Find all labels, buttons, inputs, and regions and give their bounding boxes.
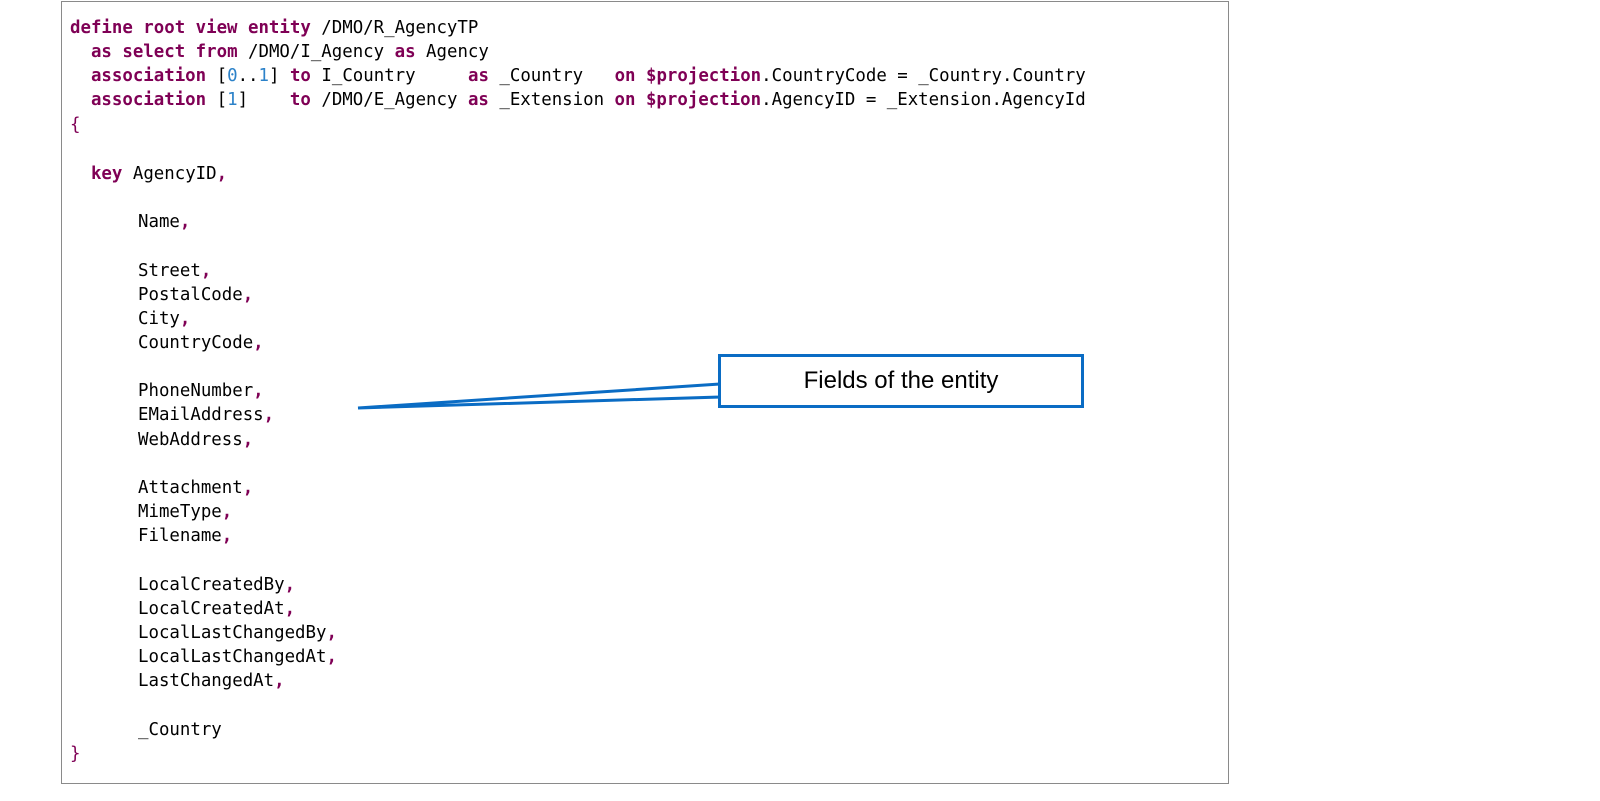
field-name: LocalLastChangedBy	[138, 623, 327, 643]
field-agency-id: AgencyID	[122, 164, 217, 184]
field-name: LastChangedAt	[138, 671, 275, 691]
cardinality-max: 1	[258, 66, 269, 86]
field-line: LastChangedAt,	[138, 669, 285, 693]
callout-box: Fields of the entity	[718, 354, 1084, 408]
keyword-to: to	[289, 90, 311, 110]
field-line: Filename,	[138, 524, 232, 548]
cardinality-dots: ..	[237, 66, 259, 86]
keyword-association: association	[90, 66, 207, 86]
comma: ,	[200, 261, 212, 281]
field-name: Name	[138, 212, 180, 232]
field-name-country-association: _Country	[138, 720, 222, 740]
entity-name: /DMO/R_AgencyTP	[310, 18, 479, 38]
keyword-projection: $projection	[635, 66, 762, 86]
code-line-define: define root view entity /DMO/R_AgencyTP	[70, 16, 478, 40]
field-line: LocalCreatedAt,	[138, 597, 295, 621]
keyword-as: as	[467, 66, 489, 86]
field-name: City	[138, 309, 180, 329]
cardinality-min: 0	[227, 66, 238, 86]
cardinality-close: ]	[237, 90, 290, 110]
comma: ,	[242, 430, 254, 450]
field-line: EMailAddress,	[138, 403, 274, 427]
field-line: CountryCode,	[138, 331, 264, 355]
code-line-close-brace: }	[70, 742, 80, 766]
cardinality-open: [	[206, 90, 228, 110]
source-entity: /DMO/I_Agency	[237, 42, 395, 62]
code-line-open-brace: {	[70, 113, 80, 137]
association-condition: .CountryCode = _Country.Country	[761, 66, 1086, 86]
association-alias: _Country	[488, 66, 615, 86]
keyword-as-select-from: as select from	[90, 42, 238, 62]
field-name: Street	[138, 261, 201, 281]
field-line: PhoneNumber,	[138, 379, 264, 403]
callout-text: Fields of the entity	[803, 367, 999, 394]
close-brace: }	[70, 744, 81, 764]
comma: ,	[221, 526, 233, 546]
cardinality-value: 1	[227, 90, 238, 110]
field-name: CountryCode	[138, 333, 254, 353]
field-line: LocalLastChangedBy,	[138, 621, 337, 645]
field-line: PostalCode,	[138, 283, 253, 307]
comma: ,	[274, 671, 285, 691]
field-line: MimeType,	[138, 500, 232, 524]
field-name: LocalLastChangedAt	[138, 647, 327, 667]
comma: ,	[284, 575, 296, 595]
association-condition: .AgencyID = _Extension.AgencyId	[761, 90, 1086, 110]
field-name: LocalCreatedBy	[138, 575, 285, 595]
keyword-projection: $projection	[635, 90, 762, 110]
comma: ,	[216, 164, 228, 184]
comma: ,	[179, 309, 191, 329]
comma: ,	[253, 381, 264, 401]
keyword-define-root-view-entity: define root view entity	[70, 18, 311, 38]
cardinality-close: ]	[269, 66, 290, 86]
field-line: Attachment,	[138, 476, 253, 500]
field-name: Attachment	[138, 478, 243, 498]
field-line-last: _Country	[138, 718, 222, 742]
field-name: WebAddress	[138, 430, 243, 450]
keyword-on: on	[614, 90, 636, 110]
field-name: MimeType	[138, 502, 222, 522]
code-line-select: as select from /DMO/I_Agency as Agency	[70, 40, 489, 64]
cardinality-open: [	[206, 66, 228, 86]
keyword-as: as	[467, 90, 489, 110]
comma: ,	[221, 502, 233, 522]
field-line: LocalLastChangedAt,	[138, 645, 337, 669]
code-line-key: key AgencyID,	[70, 162, 227, 186]
association-alias: _Extension	[488, 90, 615, 110]
field-line: City,	[138, 307, 190, 331]
keyword-association: association	[90, 90, 207, 110]
comma: ,	[326, 647, 337, 667]
field-line: Street,	[138, 259, 211, 283]
association-target: I_Country	[310, 66, 468, 86]
source-alias: Agency	[415, 42, 489, 62]
field-line: LocalCreatedBy,	[138, 573, 295, 597]
field-line: WebAddress,	[138, 428, 253, 452]
comma: ,	[326, 623, 337, 643]
field-name: PostalCode	[138, 285, 243, 305]
field-name: Filename	[138, 526, 222, 546]
code-line-association-extension: association [1] to /DMO/E_Agency as _Ext…	[70, 88, 1086, 112]
field-name: EMailAddress	[138, 405, 264, 425]
comma: ,	[242, 285, 254, 305]
comma: ,	[284, 599, 296, 619]
code-line-association-country: association [0..1] to I_Country as _Coun…	[70, 64, 1086, 88]
keyword-as: as	[394, 42, 416, 62]
field-name: PhoneNumber	[138, 381, 254, 401]
comma: ,	[179, 212, 191, 232]
field-name: LocalCreatedAt	[138, 599, 285, 619]
keyword-to: to	[289, 66, 311, 86]
comma: ,	[263, 405, 275, 425]
keyword-on: on	[614, 66, 636, 86]
keyword-key: key	[90, 164, 123, 184]
comma: ,	[242, 478, 254, 498]
comma: ,	[253, 333, 264, 353]
association-target: /DMO/E_Agency	[310, 90, 468, 110]
open-brace: {	[70, 115, 81, 135]
field-line: Name,	[138, 210, 190, 234]
